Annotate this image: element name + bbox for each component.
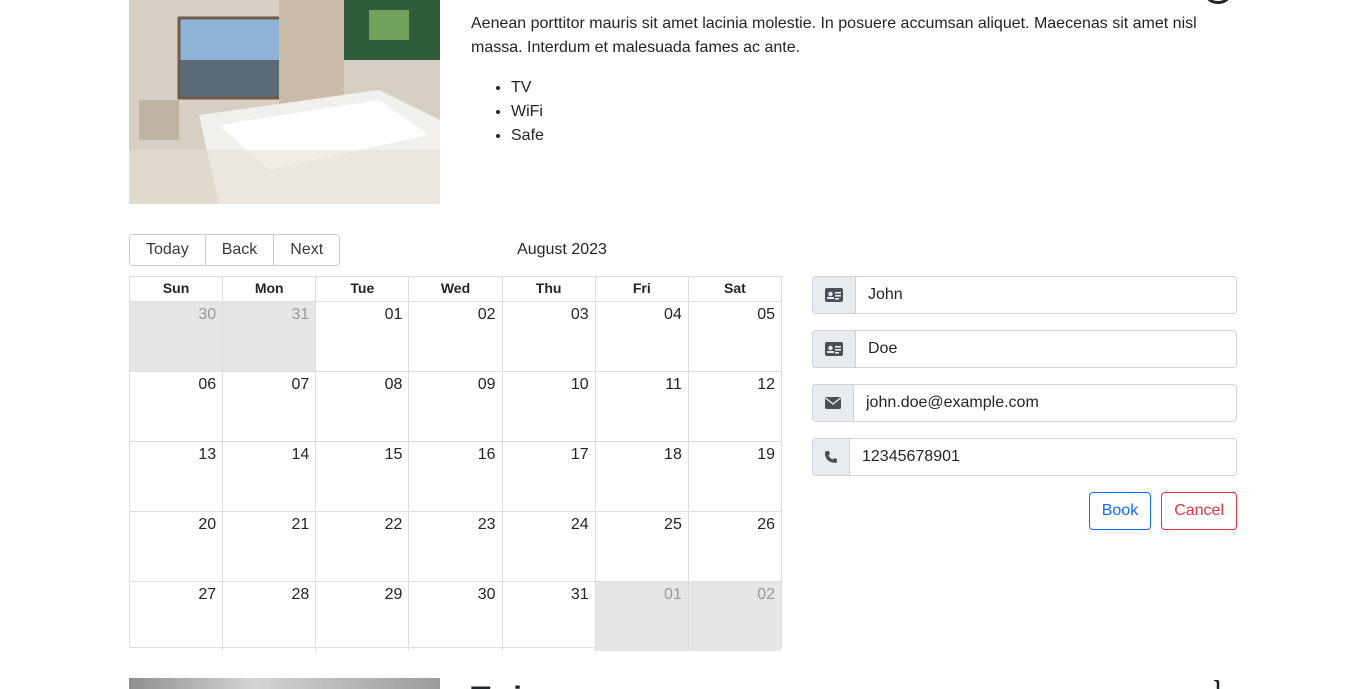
id-card-icon bbox=[813, 331, 856, 367]
lastname-group bbox=[812, 330, 1237, 368]
weekday-label: Mon bbox=[222, 277, 315, 301]
calendar-day-cell[interactable]: 16 bbox=[408, 442, 501, 511]
room-image bbox=[129, 0, 440, 204]
next-room-title: Twin bbox=[471, 678, 542, 689]
calendar-day-cell[interactable]: 20 bbox=[130, 512, 222, 581]
calendar-day-cell[interactable]: 14 bbox=[222, 442, 315, 511]
next-button[interactable]: Next bbox=[274, 235, 340, 265]
calendar-day-cell[interactable]: 21 bbox=[222, 512, 315, 581]
weekday-label: Wed bbox=[408, 277, 501, 301]
room-description: Aenean porttitor mauris sit amet lacinia… bbox=[471, 15, 1197, 56]
envelope-icon bbox=[813, 385, 854, 421]
calendar-day-cell-off-range[interactable]: 01 bbox=[594, 582, 688, 651]
calendar-day-cell[interactable]: 12 bbox=[687, 372, 781, 441]
firstname-input[interactable] bbox=[856, 277, 1236, 313]
calendar-day-cell[interactable]: 18 bbox=[594, 442, 688, 511]
phone-group bbox=[812, 438, 1237, 476]
calendar-weeks: 30 31 01 02 03 04 05 06 07 08 09 10 11 12 13 14 15 16 17 18… bbox=[130, 302, 781, 651]
calendar-week-row: 06 07 08 09 10 11 12 bbox=[130, 371, 781, 441]
calendar-weekday-header: Sun Mon Tue Wed Thu Fri Sat bbox=[130, 277, 781, 302]
calendar-day-cell[interactable]: 06 bbox=[130, 372, 222, 441]
calendar-day-cell[interactable]: 01 bbox=[315, 302, 408, 371]
calendar-day-cell[interactable]: 26 bbox=[687, 512, 781, 581]
calendar-day-cell[interactable]: 22 bbox=[315, 512, 408, 581]
calendar-day-cell-off-range[interactable]: 30 bbox=[130, 302, 223, 371]
amenity-item: Safe bbox=[511, 124, 544, 148]
phone-icon bbox=[813, 439, 850, 475]
calendar-day-cell[interactable]: 29 bbox=[315, 582, 408, 651]
email-input[interactable] bbox=[854, 385, 1236, 421]
room-icon bbox=[1206, 0, 1230, 4]
lastname-input[interactable] bbox=[856, 331, 1236, 367]
calendar-month-label: August 2023 bbox=[517, 241, 607, 258]
next-room-image bbox=[129, 678, 440, 689]
id-card-icon bbox=[813, 277, 856, 313]
calendar-week-row: 13 14 15 16 17 18 19 bbox=[130, 441, 781, 511]
cancel-button[interactable]: Cancel bbox=[1161, 492, 1237, 530]
calendar-week-row: 30 31 01 02 03 04 05 bbox=[130, 302, 781, 371]
calendar-day-cell[interactable]: 19 bbox=[687, 442, 781, 511]
calendar-nav-group: Today Back Next bbox=[129, 234, 341, 266]
booking-form: Book Cancel bbox=[812, 276, 1237, 530]
calendar-day-cell[interactable]: 15 bbox=[315, 442, 408, 511]
calendar-day-cell[interactable]: 23 bbox=[408, 512, 501, 581]
amenity-item: TV bbox=[511, 76, 544, 100]
calendar-day-cell[interactable]: 07 bbox=[222, 372, 315, 441]
calendar-day-cell-off-range[interactable]: 31 bbox=[222, 302, 316, 371]
book-button[interactable]: Book bbox=[1088, 492, 1152, 530]
amenities-list: TV WiFi Safe bbox=[471, 76, 544, 148]
booking-calendar: Sun Mon Tue Wed Thu Fri Sat 30 31 01 02 03 04… bbox=[129, 276, 782, 651]
weekday-label: Sun bbox=[162, 280, 190, 296]
calendar-day-cell[interactable]: 08 bbox=[315, 372, 408, 441]
calendar-day-cell[interactable]: 27 bbox=[130, 582, 222, 651]
calendar-day-cell[interactable]: 09 bbox=[408, 372, 501, 441]
weekday-label: Tue bbox=[315, 277, 408, 301]
calendar-day-cell[interactable]: 25 bbox=[594, 512, 688, 581]
room-icon bbox=[1212, 678, 1220, 689]
calendar-day-cell[interactable]: 04 bbox=[594, 302, 688, 371]
calendar-day-cell[interactable]: 30 bbox=[408, 582, 501, 651]
calendar-day-cell[interactable]: 24 bbox=[501, 512, 595, 581]
calendar-day-cell[interactable]: 31 bbox=[501, 582, 595, 651]
calendar-day-cell[interactable]: 02 bbox=[408, 302, 501, 371]
calendar-day-cell[interactable]: 11 bbox=[594, 372, 688, 441]
calendar-day-cell-off-range[interactable]: 02 bbox=[687, 582, 781, 651]
calendar-day-cell[interactable]: 13 bbox=[130, 442, 222, 511]
weekday-label: Sat bbox=[687, 277, 781, 301]
phone-input[interactable] bbox=[850, 439, 1236, 475]
calendar-week-row: 27 28 29 30 31 01 02 bbox=[130, 581, 781, 651]
calendar-day-cell[interactable]: 17 bbox=[501, 442, 595, 511]
email-group bbox=[812, 384, 1237, 422]
today-button[interactable]: Today bbox=[130, 235, 206, 265]
calendar-day-cell[interactable]: 10 bbox=[501, 372, 595, 441]
firstname-group bbox=[812, 276, 1237, 314]
calendar-day-cell[interactable]: 05 bbox=[687, 302, 781, 371]
calendar-day-cell[interactable]: 03 bbox=[501, 302, 595, 371]
calendar-week-row: 20 21 22 23 24 25 26 bbox=[130, 511, 781, 581]
weekday-label: Thu bbox=[501, 277, 595, 301]
weekday-label: Fri bbox=[594, 277, 688, 301]
calendar-day-cell[interactable]: 28 bbox=[222, 582, 315, 651]
back-button[interactable]: Back bbox=[205, 235, 275, 265]
form-actions: Book Cancel bbox=[812, 492, 1237, 530]
amenity-item: WiFi bbox=[511, 100, 544, 124]
